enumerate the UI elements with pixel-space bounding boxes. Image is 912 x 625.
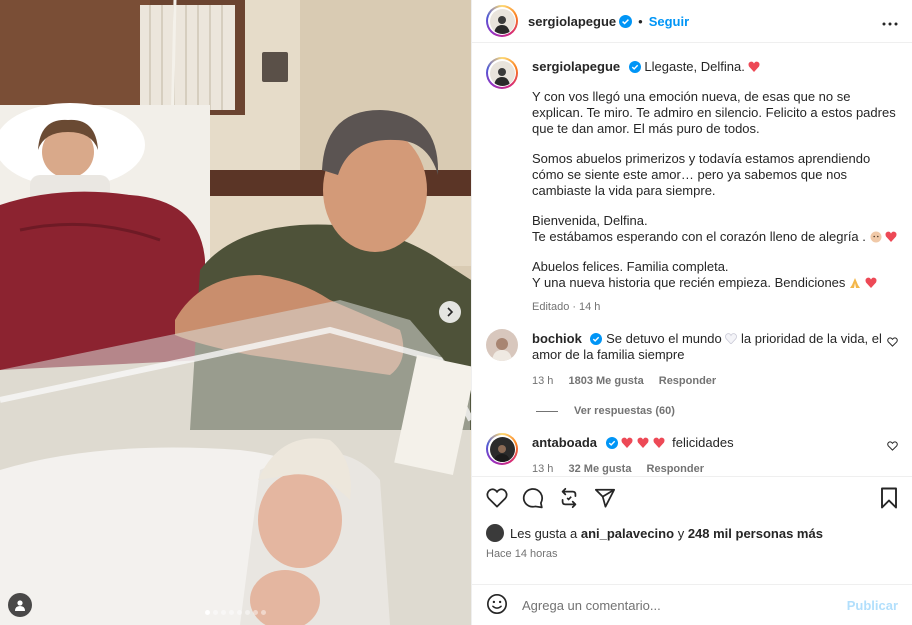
- caption-paragraph: Y con vos llegó una emoción nueva, de es…: [532, 89, 896, 136]
- repost-icon[interactable]: [558, 487, 580, 512]
- add-comment-bar: Publicar: [472, 584, 912, 625]
- reply-button[interactable]: Responder: [647, 463, 704, 475]
- reply-button[interactable]: Responder: [659, 375, 716, 387]
- caption-paragraph: Somos abuelos primerizos y todavía estam…: [532, 151, 871, 198]
- comment-input[interactable]: [522, 597, 847, 613]
- view-replies-button[interactable]: Ver respuestas (60): [536, 405, 898, 417]
- likes-count[interactable]: 248 mil personas más: [688, 526, 823, 541]
- white-heart-emoji-icon: [725, 331, 741, 346]
- praying-hands-emoji-icon: [849, 275, 865, 290]
- comment-item: bochiok Se detuvo el mundo la prioridad …: [486, 329, 898, 389]
- author-username[interactable]: sergiolapegue: [528, 14, 616, 29]
- carousel-dot: [229, 610, 234, 615]
- likes-summary[interactable]: Les gusta a ani_palavecino y 248 mil per…: [486, 524, 898, 542]
- commenter-avatar[interactable]: [486, 329, 518, 361]
- post-header: sergiolapegue • Seguir: [472, 0, 912, 43]
- verified-badge-icon: [628, 61, 641, 73]
- caption-time[interactable]: 14 h: [579, 301, 600, 313]
- post-timestamp[interactable]: Hace 14 horas: [486, 548, 898, 560]
- separator-dot: •: [638, 13, 643, 29]
- caption-line: Y una nueva historia que recién empieza.…: [532, 275, 846, 290]
- liker-avatar: [486, 524, 504, 542]
- heart-emoji-icon: [748, 59, 760, 74]
- carousel-dot: [213, 610, 218, 615]
- commenter-avatar[interactable]: [486, 433, 518, 465]
- publish-button[interactable]: Publicar: [847, 598, 898, 613]
- caption-username[interactable]: sergiolapegue: [532, 59, 620, 74]
- baby-emoji-icon: [870, 229, 886, 244]
- more-options-icon[interactable]: [882, 14, 898, 29]
- caption: sergiolapegue Llegaste, Delfina. Y con v…: [486, 57, 898, 315]
- comment-text: Se detuvo el mundo: [606, 331, 722, 346]
- comment-likes[interactable]: 1803 Me gusta: [568, 375, 643, 387]
- carousel-dot: [261, 610, 266, 615]
- likes-connector: y: [677, 525, 685, 541]
- heart-emoji-icon: [865, 275, 877, 290]
- caption-line: Te estábamos esperando con el corazón ll…: [532, 229, 866, 244]
- comment-text: felicidades: [672, 435, 734, 450]
- post-photo[interactable]: [0, 0, 471, 625]
- carousel-dot: [205, 610, 210, 615]
- post-actions: Les gusta a ani_palavecino y 248 mil per…: [472, 476, 912, 584]
- chevron-right-icon: [447, 307, 454, 317]
- edited-label: Editado: [532, 301, 570, 313]
- like-heart-icon[interactable]: [486, 488, 508, 511]
- post-sidebar: sergiolapegue • Seguir sergiolapegue Lle…: [471, 0, 912, 625]
- carousel-indicator: [0, 610, 471, 615]
- comments-section[interactable]: sergiolapegue Llegaste, Delfina. Y con v…: [472, 43, 912, 476]
- caption-line: Bienvenida, Delfina.: [532, 213, 648, 228]
- carousel-dot: [253, 610, 258, 615]
- comment-item: antaboada felicidades 13 h 32 Me gusta R…: [486, 433, 898, 476]
- verified-badge-icon: [590, 333, 603, 345]
- heart-emoji-icon: [621, 435, 637, 450]
- carousel-dot: [245, 610, 250, 615]
- emoji-smiley-icon[interactable]: [486, 593, 508, 618]
- caption-avatar[interactable]: [486, 57, 518, 89]
- like-comment-heart-icon[interactable]: [887, 433, 898, 476]
- comment-username[interactable]: antaboada: [532, 435, 597, 450]
- like-comment-heart-icon[interactable]: [887, 329, 898, 389]
- verified-badge-icon: [619, 14, 633, 28]
- next-photo-button[interactable]: [439, 301, 461, 323]
- liker-username[interactable]: ani_palavecino: [581, 526, 674, 541]
- carousel-dot: [221, 610, 226, 615]
- heart-emoji-icon: [637, 435, 653, 450]
- save-bookmark-icon[interactable]: [880, 487, 898, 512]
- comment-time[interactable]: 13 h: [532, 463, 553, 475]
- comment-bubble-icon[interactable]: [522, 487, 544, 512]
- follow-button[interactable]: Seguir: [649, 14, 689, 29]
- carousel-dot: [237, 610, 242, 615]
- comment-username[interactable]: bochiok: [532, 331, 582, 346]
- post-modal: sergiolapegue • Seguir sergiolapegue Lle…: [0, 0, 912, 625]
- heart-emoji-icon: [653, 435, 669, 450]
- photo-scene: [0, 0, 471, 625]
- heart-emoji-icon: [885, 229, 897, 244]
- caption-line: Abuelos felices. Familia completa.: [532, 259, 729, 274]
- comment-time[interactable]: 13 h: [532, 375, 553, 387]
- separator-dot: ·: [572, 301, 576, 313]
- author-avatar[interactable]: [486, 5, 518, 37]
- likes-prefix: Les gusta a: [510, 525, 578, 541]
- share-paper-plane-icon[interactable]: [594, 487, 616, 512]
- verified-badge-icon: [605, 437, 618, 449]
- caption-text: Llegaste, Delfina.: [644, 59, 745, 74]
- comment-likes[interactable]: 32 Me gusta: [568, 463, 631, 475]
